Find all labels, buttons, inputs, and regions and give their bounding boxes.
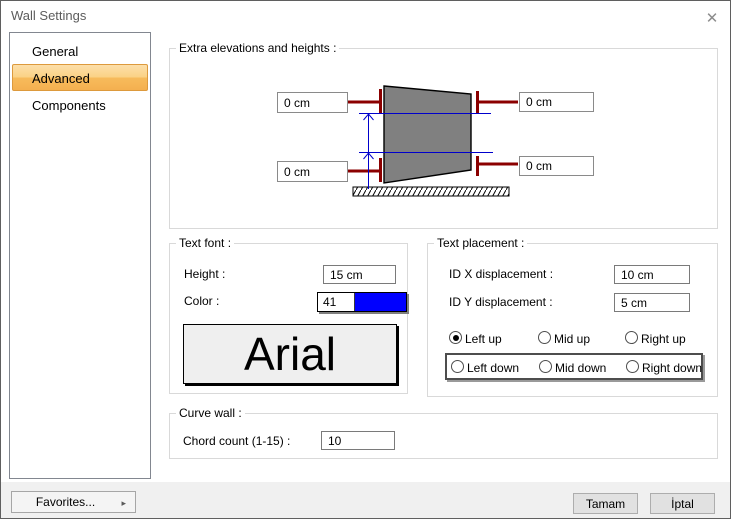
ground-hatch	[353, 187, 509, 196]
radio-mid-up-label: Mid up	[554, 332, 590, 346]
sidebar-item-general[interactable]: General	[12, 37, 148, 64]
color-picker-button[interactable]: 41	[317, 292, 407, 312]
chord-count-label: Chord count (1-15) :	[183, 434, 290, 448]
title-bar: Wall Settings ✕	[1, 1, 730, 31]
radio-right-up-label: Right up	[641, 332, 686, 346]
elevation-top-right-input[interactable]	[519, 92, 594, 112]
color-label: Color :	[184, 294, 219, 308]
favorites-button[interactable]: Favorites... ▸	[11, 491, 136, 513]
cancel-button[interactable]: İptal	[650, 493, 715, 514]
height-label: Height :	[184, 267, 225, 281]
cancel-button-label: İptal	[671, 497, 694, 511]
radio-mid-down[interactable]	[539, 360, 552, 373]
id-y-displacement-label: ID Y displacement :	[449, 295, 553, 309]
radio-left-up-label: Left up	[465, 332, 502, 346]
menu-arrow-icon: ▸	[121, 498, 126, 509]
radio-right-down-label: Right down	[642, 361, 702, 375]
radio-left-down-label: Left down	[467, 361, 519, 375]
group-legend: Text font :	[176, 236, 234, 250]
category-list: General Advanced Components	[9, 32, 151, 479]
elevation-top-left-input[interactable]	[277, 92, 348, 113]
close-icon[interactable]: ✕	[698, 5, 726, 30]
ok-button[interactable]: Tamam	[573, 493, 638, 514]
sidebar-item-components[interactable]: Components	[12, 91, 148, 118]
id-y-displacement-input[interactable]	[614, 293, 690, 312]
id-x-displacement-label: ID X displacement :	[449, 267, 553, 281]
sidebar-item-label: Components	[32, 98, 106, 113]
wall-settings-dialog: Wall Settings ✕ General Advanced Compone…	[0, 0, 731, 519]
chord-count-input[interactable]	[321, 431, 395, 450]
radio-left-down[interactable]	[451, 360, 464, 373]
radio-left-up[interactable]	[449, 331, 462, 344]
font-preview-button[interactable]: Arial	[183, 324, 397, 384]
id-x-displacement-input[interactable]	[614, 265, 690, 284]
favorites-label: Favorites...	[36, 495, 95, 509]
elevation-bottom-right-input[interactable]	[519, 156, 594, 176]
sidebar-item-label: General	[32, 44, 78, 59]
wall-shape	[384, 86, 471, 183]
group-legend: Text placement :	[434, 236, 527, 250]
elevation-bottom-left-input[interactable]	[277, 161, 348, 182]
group-legend: Curve wall :	[176, 406, 245, 420]
sidebar-item-label: Advanced	[32, 71, 90, 86]
radio-right-up[interactable]	[625, 331, 638, 344]
radio-right-down[interactable]	[626, 360, 639, 373]
sidebar-item-advanced[interactable]: Advanced	[12, 64, 148, 91]
font-height-input[interactable]	[323, 265, 396, 284]
group-legend: Extra elevations and heights :	[176, 41, 339, 55]
font-preview-label: Arial	[244, 331, 336, 377]
color-number: 41	[318, 293, 355, 311]
window-title: Wall Settings	[11, 8, 86, 23]
color-swatch	[355, 293, 406, 311]
footer-bar: Favorites... ▸ Tamam İptal	[1, 482, 730, 519]
radio-mid-down-label: Mid down	[555, 361, 606, 375]
ok-button-label: Tamam	[586, 497, 625, 511]
radio-mid-up[interactable]	[538, 331, 551, 344]
